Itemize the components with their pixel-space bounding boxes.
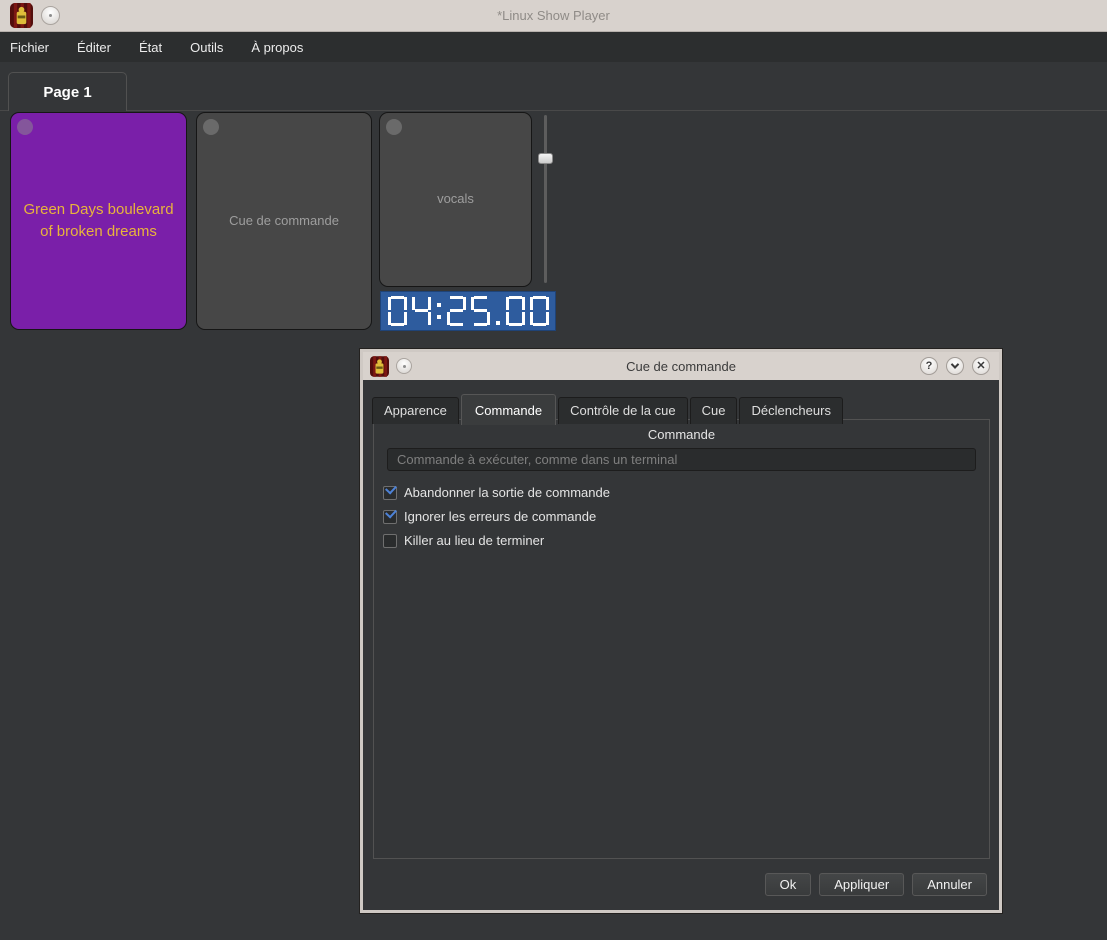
menu-a-propos[interactable]: À propos bbox=[237, 33, 317, 62]
cue-name: Cue de commande bbox=[229, 212, 339, 228]
checkbox-discard-output[interactable]: Abandonner la sortie de commande bbox=[383, 481, 610, 500]
dialog-titlebar: Cue de commande ? ✕ bbox=[363, 352, 999, 380]
lcd-glyph bbox=[495, 296, 501, 326]
checkbox-label: Ignorer les erreurs de commande bbox=[404, 509, 597, 524]
tab-apparence[interactable]: Apparence bbox=[372, 397, 459, 424]
dot-icon bbox=[402, 364, 406, 368]
dot-icon bbox=[49, 14, 52, 17]
lcd-glyph bbox=[470, 296, 490, 326]
cue-status-icon bbox=[386, 119, 402, 135]
cue-card-command[interactable]: Cue de commande bbox=[196, 112, 372, 330]
volume-slider-track[interactable] bbox=[544, 115, 547, 283]
shade-button[interactable] bbox=[946, 357, 964, 375]
cue-card-vocals[interactable]: vocals bbox=[379, 112, 532, 287]
help-button[interactable]: ? bbox=[920, 357, 938, 375]
check-mark-icon bbox=[385, 505, 397, 519]
close-button[interactable]: ✕ bbox=[972, 357, 990, 375]
menubar: Fichier Éditer État Outils À propos bbox=[0, 32, 1107, 62]
window-title: *Linux Show Player bbox=[497, 8, 610, 23]
checkbox-icon[interactable] bbox=[383, 533, 397, 548]
dialog-button-row: Ok Appliquer Annuler bbox=[764, 873, 987, 896]
main-titlebar: *Linux Show Player bbox=[0, 0, 1107, 32]
check-mark-icon bbox=[385, 481, 397, 495]
tab-page-1[interactable]: Page 1 bbox=[8, 72, 127, 111]
lcd-glyph bbox=[436, 296, 442, 326]
menu-outils[interactable]: Outils bbox=[176, 33, 237, 62]
cue-name: Green Days boulevard of broken dreams bbox=[23, 201, 174, 240]
checkbox-kill-instead[interactable]: Killer au lieu de terminer bbox=[383, 533, 544, 548]
window-menu-button[interactable] bbox=[41, 6, 60, 25]
checkbox-label: Killer au lieu de terminer bbox=[404, 533, 545, 548]
checkbox-icon[interactable] bbox=[383, 505, 397, 524]
lcd-glyph bbox=[505, 296, 525, 326]
command-group-label: Commande bbox=[647, 427, 716, 442]
page-tabbar: Page 1 bbox=[0, 62, 1107, 111]
tab-controle-de-la-cue[interactable]: Contrôle de la cue bbox=[558, 397, 688, 424]
apply-button[interactable]: Appliquer bbox=[819, 873, 905, 896]
dialog-tabs: Apparence Commande Contrôle de la cue Cu… bbox=[372, 393, 845, 425]
checkbox-icon[interactable] bbox=[383, 481, 397, 500]
menu-fichier[interactable]: Fichier bbox=[0, 33, 63, 62]
menu-etat[interactable]: État bbox=[125, 33, 176, 62]
app-icon bbox=[10, 3, 33, 28]
cue-status-icon bbox=[203, 119, 219, 135]
command-input[interactable] bbox=[387, 448, 976, 471]
tab-cue[interactable]: Cue bbox=[689, 397, 738, 424]
lcd-glyph bbox=[387, 296, 407, 326]
lcd-glyph bbox=[446, 296, 466, 326]
checkbox-label: Abandonner la sortie de commande bbox=[404, 485, 610, 500]
chevron-down-icon bbox=[950, 360, 960, 369]
dialog-window-controls: ? ✕ bbox=[920, 357, 990, 375]
menu-editer[interactable]: Éditer bbox=[63, 33, 125, 62]
cue-time-display bbox=[380, 291, 556, 331]
tab-declencheurs[interactable]: Déclencheurs bbox=[739, 397, 843, 424]
cue-status-icon bbox=[17, 119, 33, 135]
command-tab-pane: Commande Abandonner la sortie de command… bbox=[373, 419, 990, 859]
cue-settings-dialog: Cue de commande ? ✕ Apparence Commande C… bbox=[360, 349, 1002, 913]
checkbox-ignore-errors[interactable]: Ignorer les erreurs de commande bbox=[383, 505, 597, 524]
app-icon bbox=[370, 355, 389, 377]
dialog-body: Apparence Commande Contrôle de la cue Cu… bbox=[363, 380, 999, 910]
tab-commande[interactable]: Commande bbox=[460, 394, 557, 425]
ok-button[interactable]: Ok bbox=[764, 873, 812, 896]
cancel-button[interactable]: Annuler bbox=[912, 873, 987, 896]
lcd-glyph bbox=[529, 296, 549, 326]
lcd-glyph bbox=[411, 296, 431, 326]
volume-slider-handle[interactable] bbox=[538, 153, 553, 164]
dialog-title: Cue de commande bbox=[626, 358, 736, 374]
window-menu-button[interactable] bbox=[396, 358, 412, 374]
cue-name: vocals bbox=[437, 191, 474, 207]
cue-card-music[interactable]: Green Days boulevard of broken dreams bbox=[10, 112, 187, 330]
